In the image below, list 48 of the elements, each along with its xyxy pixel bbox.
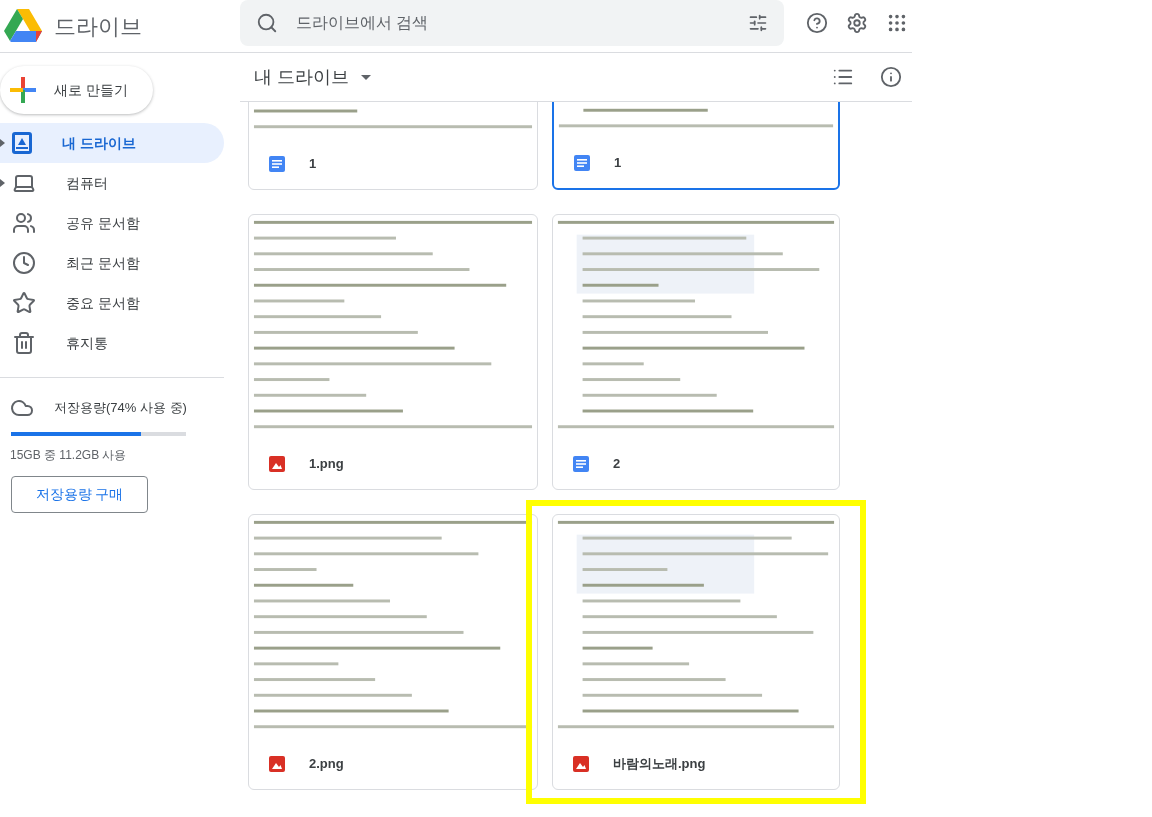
- expand-arrow-icon[interactable]: [0, 179, 5, 187]
- file-name: 2.png: [309, 755, 344, 774]
- file-card[interactable]: 1: [552, 102, 840, 190]
- star-icon: [12, 291, 36, 315]
- image-icon: [573, 756, 589, 772]
- app-title: 드라이브: [54, 12, 142, 41]
- sidebar-item[interactable]: 중요 문서함: [0, 283, 224, 323]
- drive-logo-icon: [4, 9, 42, 43]
- info-icon[interactable]: [880, 66, 902, 88]
- sidebar-item[interactable]: 최근 문서함: [0, 243, 224, 283]
- help-icon[interactable]: [806, 12, 828, 34]
- file-name: 1.png: [309, 455, 344, 474]
- file-name: 바람의노래.png: [613, 755, 706, 774]
- new-button[interactable]: 새로 만들기: [0, 66, 153, 114]
- expand-arrow-icon[interactable]: [0, 139, 5, 147]
- clock-icon: [12, 251, 36, 275]
- plus-icon: [10, 77, 36, 103]
- file-name: 2: [613, 455, 621, 474]
- trash-icon: [12, 331, 36, 355]
- file-name: 1: [614, 154, 622, 173]
- folder-title[interactable]: 내 드라이브: [254, 63, 349, 91]
- apps-icon[interactable]: [886, 12, 908, 34]
- file-card[interactable]: 2.png: [248, 514, 538, 790]
- file-card[interactable]: 1: [248, 102, 538, 190]
- sidebar-item[interactable]: 컴퓨터: [0, 163, 224, 203]
- dropdown-caret-icon[interactable]: [361, 74, 371, 80]
- file-card[interactable]: 바람의노래.png: [552, 514, 840, 790]
- file-card[interactable]: 2: [552, 214, 840, 490]
- search-icon[interactable]: [256, 12, 278, 34]
- storage-label: 저장용량(74% 사용 중): [54, 399, 187, 418]
- document-icon: [573, 456, 589, 472]
- document-icon: [574, 155, 590, 171]
- search-field[interactable]: 드라이브에서 검색: [296, 11, 730, 35]
- settings-icon[interactable]: [846, 12, 868, 34]
- document-icon: [269, 156, 285, 172]
- file-name: 1: [309, 155, 317, 174]
- storage-usage: 15GB 중 11.2GB 사용: [10, 447, 128, 464]
- drive-folder-icon: [12, 132, 32, 154]
- search-bar[interactable]: 드라이브에서 검색: [240, 0, 784, 46]
- sidebar-item[interactable]: 내 드라이브: [0, 123, 224, 163]
- sidebar-item[interactable]: 공유 문서함: [0, 203, 224, 243]
- image-icon: [269, 456, 285, 472]
- image-icon: [269, 756, 285, 772]
- people-icon: [12, 211, 36, 235]
- filter-icon[interactable]: [748, 13, 768, 33]
- file-card[interactable]: 1.png: [248, 214, 538, 490]
- sidebar-item[interactable]: 휴지통: [0, 323, 224, 363]
- buy-storage-button[interactable]: 저장용량 구매: [11, 476, 148, 513]
